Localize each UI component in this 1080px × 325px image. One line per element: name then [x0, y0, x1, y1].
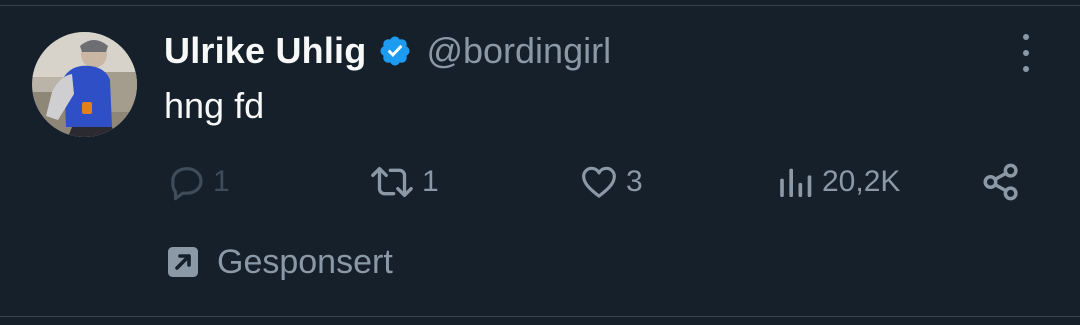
promoted-arrow-icon: [168, 247, 198, 277]
author-display-name[interactable]: Ulrike Uhlig: [164, 30, 366, 72]
promoted-text: Gesponsert: [217, 242, 393, 281]
more-options-button[interactable]: [1010, 34, 1042, 72]
more-vertical-icon-dot: [1023, 66, 1029, 72]
promoted-label: Gesponsert: [165, 240, 393, 284]
author-handle[interactable]: @bordingirl: [426, 30, 611, 72]
reply-count: 1: [213, 165, 230, 198]
retweet-icon: [371, 167, 413, 197]
avatar[interactable]: [32, 32, 137, 137]
divider-bottom: [0, 316, 1080, 317]
heart-icon: [582, 166, 616, 198]
verified-badge-icon: [378, 34, 412, 68]
tweet-header: Ulrike Uhlig @bordingirl: [164, 28, 611, 74]
like-button[interactable]: 3: [578, 160, 643, 204]
reply-button[interactable]: 1: [167, 160, 230, 204]
views-icon: [780, 168, 812, 197]
tweet-card[interactable]: Ulrike Uhlig @bordingirl hng fd 1 1 3 20…: [0, 0, 1080, 325]
tweet-text: hng fd: [164, 85, 265, 126]
like-count: 3: [626, 165, 643, 198]
share-icon: [983, 163, 1018, 201]
retweet-count: 1: [422, 165, 439, 198]
more-vertical-icon-dot: [1023, 34, 1029, 40]
divider-top: [0, 5, 1080, 6]
views-count: 20,2K: [822, 165, 901, 198]
share-button[interactable]: [980, 160, 1022, 204]
more-vertical-icon-dot: [1023, 50, 1029, 56]
reply-icon: [171, 167, 203, 201]
views-button[interactable]: 20,2K: [776, 160, 900, 204]
retweet-button[interactable]: 1: [368, 160, 439, 204]
